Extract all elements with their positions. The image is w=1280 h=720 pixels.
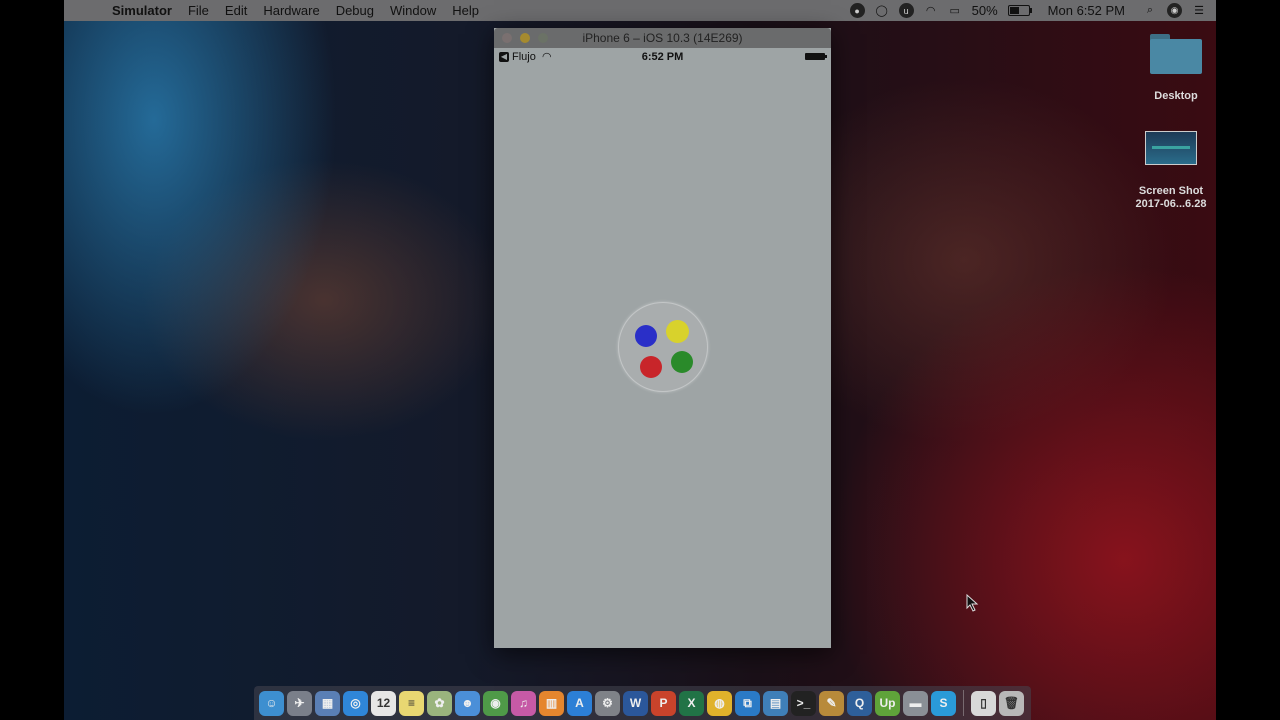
siri-icon[interactable]: ◉: [1167, 3, 1182, 18]
status-menu-area: ● ◯ u ◠ ▭ 50% Mon 6:52 PM ⌕ ◉ ☰: [849, 0, 1206, 21]
simulator-titlebar[interactable]: iPhone 6 – iOS 10.3 (14E269): [494, 28, 831, 48]
ibooks-icon[interactable]: ▥: [539, 690, 564, 716]
mouse-cursor-icon: [966, 594, 979, 612]
folder-icon: [1150, 34, 1202, 74]
screenshot-label-line1: Screen Shot: [1138, 185, 1204, 197]
trash-icon[interactable]: 🗑: [999, 690, 1024, 716]
minimize-window-button[interactable]: [520, 33, 530, 43]
notes-icon[interactable]: ≡: [399, 690, 424, 716]
spotlight-search-icon[interactable]: ⌕: [1143, 4, 1157, 18]
dock: ☺ ✈ ▦ ◎ 12 ≡ ✿ ☻ ◉ ♫ ▥ A ⚙ W P X ◍ ⧉ ▤ >_ ✎ Q Up ▬ S ▯ 🗑: [254, 686, 1031, 720]
close-window-button[interactable]: [502, 33, 512, 43]
photo-booth-icon[interactable]: ◉: [483, 690, 508, 716]
photos-icon[interactable]: ✿: [427, 690, 452, 716]
vscode-icon[interactable]: ⧉: [735, 690, 760, 716]
ios-battery-icon: [805, 53, 827, 60]
word-icon[interactable]: W: [623, 690, 648, 716]
notification-center-icon[interactable]: ☰: [1192, 4, 1206, 18]
app-store-icon[interactable]: A: [567, 690, 592, 716]
loader-dot-green: [671, 351, 693, 373]
documents-icon[interactable]: ▯: [971, 690, 996, 716]
ios-status-time: 6:52 PM: [641, 51, 684, 63]
menu-window[interactable]: Window: [382, 3, 444, 18]
simulator-window-title: iPhone 6 – iOS 10.3 (14E269): [582, 31, 743, 45]
battery-icon[interactable]: [1007, 5, 1032, 16]
zoom-window-button[interactable]: [538, 33, 548, 43]
skype-icon[interactable]: S: [931, 690, 956, 716]
messages-icon[interactable]: ◯: [875, 4, 889, 18]
excel-icon[interactable]: X: [679, 690, 704, 716]
upwork-icon[interactable]: u: [898, 3, 914, 18]
upwork-icon[interactable]: Up: [875, 690, 900, 716]
menu-help[interactable]: Help: [444, 3, 487, 18]
launchpad-icon[interactable]: ✈: [287, 690, 312, 716]
ios-status-bar: ◀ Flujo ◠ 6:52 PM: [494, 48, 831, 66]
menu-file[interactable]: File: [180, 3, 217, 18]
finder-icon[interactable]: ☺: [259, 690, 284, 716]
preview-icon[interactable]: ▦: [315, 690, 340, 716]
desktop-screenshot-file[interactable]: Screen Shot 2017-06...6.28: [1126, 131, 1216, 210]
calendar-icon[interactable]: 12: [371, 690, 396, 716]
desktop-folder[interactable]: Desktop: [1146, 34, 1206, 102]
powerpoint-icon[interactable]: P: [651, 690, 676, 716]
menu-clock[interactable]: Mon 6:52 PM: [1048, 3, 1125, 18]
simulator-window: iPhone 6 – iOS 10.3 (14E269) ◀ Flujo ◠ 6…: [494, 28, 831, 648]
finder-alt-icon[interactable]: ☻: [455, 690, 480, 716]
folder-app-icon[interactable]: ▤: [763, 690, 788, 716]
safari-icon[interactable]: ◎: [343, 690, 368, 716]
menu-app-name[interactable]: Simulator: [100, 3, 180, 18]
loading-indicator: [618, 302, 708, 392]
screenshot-label-line2: 2017-06...6.28: [1135, 198, 1207, 210]
menu-debug[interactable]: Debug: [328, 3, 382, 18]
chrome-icon[interactable]: ◍: [707, 690, 732, 716]
dock-separator: [963, 690, 964, 716]
wifi-icon[interactable]: ◠: [924, 4, 938, 18]
terminal-icon[interactable]: >_: [791, 690, 816, 716]
loader-dot-yellow: [666, 320, 689, 343]
menu-edit[interactable]: Edit: [217, 3, 255, 18]
loader-dot-red: [640, 356, 662, 378]
menu-hardware[interactable]: Hardware: [255, 3, 327, 18]
scanner-icon[interactable]: ▬: [903, 690, 928, 716]
battery-percent[interactable]: 50%: [972, 3, 998, 18]
record-icon[interactable]: ●: [849, 3, 865, 18]
itunes-icon[interactable]: ♫: [511, 690, 536, 716]
pen-tool-icon[interactable]: ✎: [819, 690, 844, 716]
quicktime-icon[interactable]: Q: [847, 690, 872, 716]
menu-bar: Simulator File Edit Hardware Debug Windo…: [64, 0, 1216, 21]
desktop-screen: Simulator File Edit Hardware Debug Windo…: [64, 0, 1216, 720]
airplay-icon[interactable]: ▭: [948, 4, 962, 18]
desktop-folder-label: Desktop: [1154, 90, 1198, 102]
screenshot-thumbnail-icon: [1145, 131, 1197, 165]
system-preferences-icon[interactable]: ⚙: [595, 690, 620, 716]
loader-dot-blue: [635, 325, 657, 347]
